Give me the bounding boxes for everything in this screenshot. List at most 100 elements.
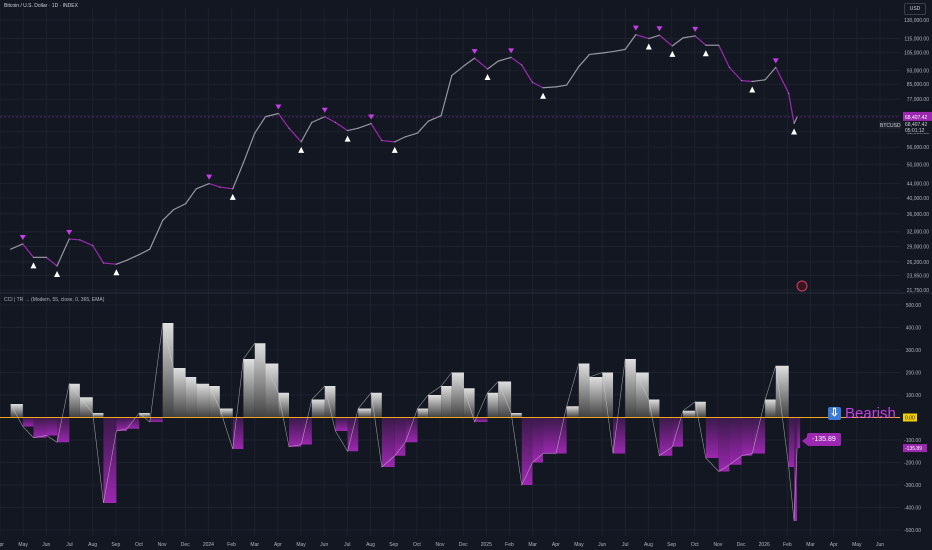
bearish-signal-marker	[275, 104, 282, 110]
time-tick-label: Nov	[158, 542, 167, 548]
cci-bar	[162, 323, 174, 418]
cci-bar	[347, 417, 359, 452]
cci-bar	[521, 417, 533, 485]
cci-bar	[765, 399, 776, 418]
price-point	[126, 259, 128, 261]
price-point	[497, 60, 499, 62]
price-point	[208, 182, 210, 185]
countdown-label: 05:01:12	[905, 128, 925, 134]
cci-bar	[324, 386, 336, 418]
price-point	[102, 262, 105, 264]
time-tick-label: Apr	[0, 542, 4, 548]
price-point	[288, 127, 290, 129]
price-segment	[682, 35, 696, 39]
price-point	[671, 45, 673, 47]
time-tick-label: Mar	[528, 542, 537, 548]
price-point	[195, 188, 197, 190]
bullish-signal-marker	[749, 86, 756, 93]
zero-tag: 0.00	[905, 416, 915, 422]
price-segment	[173, 203, 186, 211]
cci-bar	[196, 383, 210, 418]
price-tick-label: 44,000.00	[907, 182, 929, 188]
cci-axis-tag: -135.89	[905, 446, 922, 452]
cci-bar	[705, 417, 719, 458]
price-tick-label: 21,750.00	[907, 288, 929, 294]
time-tick-label: Mar	[806, 542, 815, 548]
price-segment	[92, 245, 104, 264]
cci-bar	[543, 417, 556, 454]
cci-bar	[219, 408, 233, 418]
currency-button[interactable]: USD	[904, 3, 926, 15]
price-point	[68, 238, 70, 240]
time-tick-label: Jul	[622, 542, 628, 548]
price-point	[381, 139, 383, 142]
price-point	[718, 44, 720, 46]
chart-canvas[interactable]: Apr May Jun Jul Aug Sep Oct Nov Dec 2024 Feb Mar Apr…	[0, 0, 932, 550]
cci-bar	[289, 417, 302, 447]
price-segment	[741, 80, 753, 83]
time-tick-label: Mar	[250, 542, 259, 548]
price-point	[612, 50, 614, 53]
price-point	[463, 65, 465, 67]
price-point	[658, 34, 661, 36]
time-tick-label: Dec	[737, 542, 746, 548]
price-segment	[138, 248, 151, 256]
price-segment	[728, 66, 743, 82]
cci-bar	[46, 417, 58, 436]
cci-bar	[729, 417, 742, 465]
time-tick-label: May	[574, 542, 584, 548]
price-segment	[394, 136, 406, 143]
symbol-title[interactable]: Bitcoin / U.S. Dollar · 1D · INDEX	[4, 3, 78, 9]
price-tick-label: 93,000.00	[907, 69, 929, 75]
time-tick-label: Dec	[181, 542, 190, 548]
price-tick-label: 85,000.00	[907, 82, 929, 88]
cci-bar	[92, 413, 104, 418]
time-tick-label: Aug	[644, 542, 653, 548]
cci-bar	[335, 417, 348, 431]
time-tick-label: Jun	[598, 542, 606, 548]
price-segment	[311, 116, 326, 123]
price-segment	[566, 66, 580, 86]
cci-tick-label: 300.00	[906, 348, 922, 354]
bullish-signal-marker	[113, 269, 120, 276]
price-point	[115, 263, 117, 265]
price-segment	[555, 84, 567, 88]
price-segment	[463, 57, 475, 67]
price-segment	[417, 120, 429, 134]
price-segment	[635, 34, 649, 40]
price-point	[370, 122, 372, 125]
price-point	[588, 53, 591, 56]
cci-bar	[578, 363, 590, 418]
bearish-signal-marker	[471, 49, 478, 55]
cci-value-callout: -135.89	[802, 433, 841, 446]
price-segment	[232, 162, 244, 190]
cci-bar	[451, 372, 464, 418]
price-segment	[103, 262, 117, 265]
grid-lines	[0, 8, 900, 536]
price-point	[172, 209, 175, 211]
indicator-title[interactable]: CCI | TR → (Modern, 55, close, 0, 365, E…	[4, 297, 104, 303]
price-point	[232, 188, 234, 190]
bullish-signal-marker	[344, 135, 351, 142]
bullish-signal-marker	[298, 146, 305, 153]
cci-bar	[278, 392, 290, 418]
price-tick-label: 56,000.00	[907, 145, 929, 151]
price-tick-label: 50,000.00	[907, 162, 929, 168]
cci-bar	[139, 413, 150, 418]
time-tick-label: Apr	[274, 542, 282, 548]
price-point	[22, 243, 24, 245]
alert-icon	[796, 280, 808, 292]
price-point	[184, 203, 187, 205]
cci-bar	[405, 417, 418, 443]
price-point	[578, 65, 580, 68]
cci-tick-label: -400.00	[904, 506, 921, 512]
cci-bar	[511, 413, 522, 418]
price-segment	[532, 81, 544, 89]
cci-bar	[127, 417, 140, 429]
cci-bar	[788, 417, 795, 467]
cci-tick-label: -500.00	[904, 528, 921, 534]
cci-bar	[311, 399, 325, 418]
time-tick-label: Oct	[135, 542, 143, 548]
bullish-signal-marker	[30, 262, 37, 269]
time-tick-label: Oct	[413, 542, 421, 548]
